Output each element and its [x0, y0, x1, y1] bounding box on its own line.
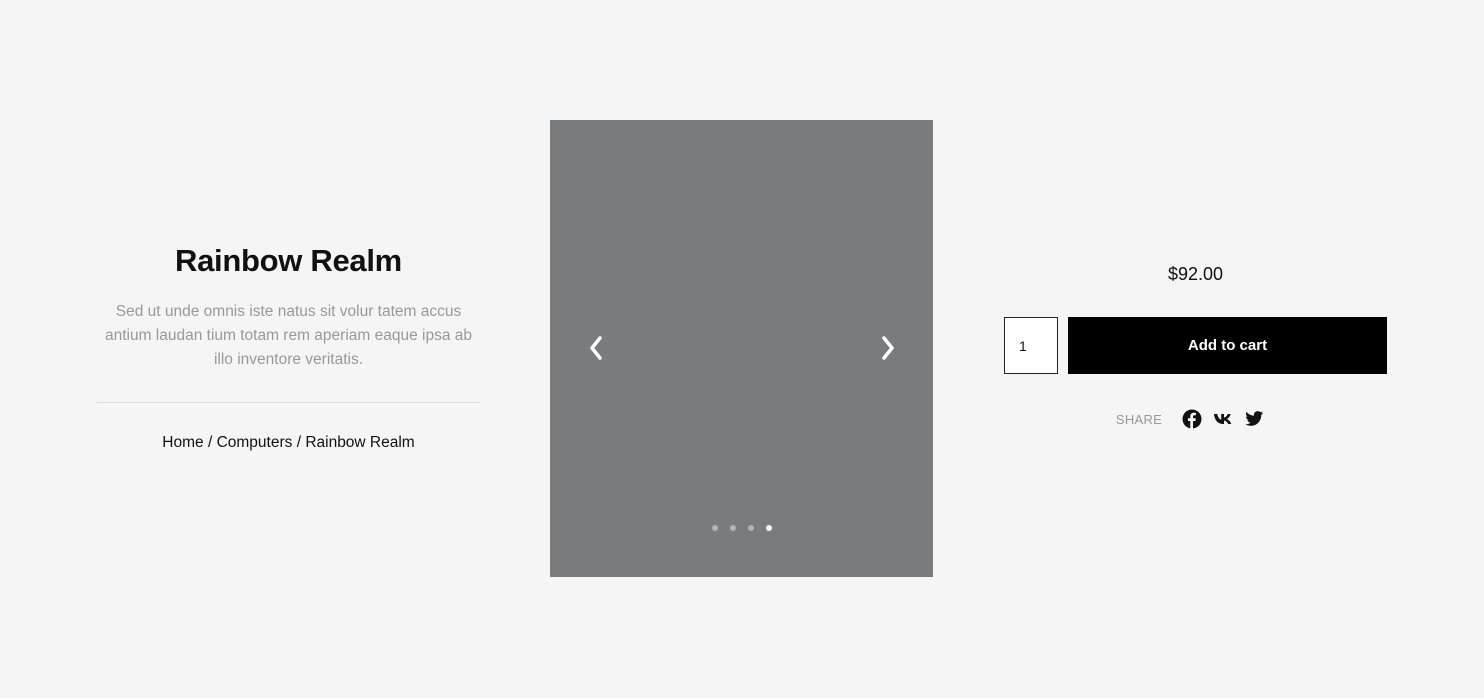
chevron-left-icon	[590, 336, 602, 360]
quantity-input[interactable]	[1004, 317, 1058, 374]
gallery-dot[interactable]	[729, 525, 736, 531]
add-to-cart-button[interactable]: Add to cart	[1068, 317, 1387, 374]
share-row: SHARE	[1004, 409, 1387, 429]
chevron-right-icon	[882, 336, 894, 360]
breadcrumb-current: Rainbow Realm	[305, 434, 415, 451]
product-description: Sed ut unde omnis iste natus sit volur t…	[104, 303, 473, 368]
purchase-panel: $92.00 Add to cart SHARE	[1004, 258, 1387, 429]
product-title: Rainbow Realm	[175, 243, 402, 278]
vk-icon[interactable]	[1213, 409, 1233, 429]
breadcrumb-home[interactable]: Home	[162, 434, 203, 451]
cart-row: Add to cart	[1004, 317, 1387, 374]
gallery-dot[interactable]	[747, 525, 754, 531]
gallery-pagination	[550, 525, 933, 531]
facebook-icon[interactable]	[1182, 409, 1202, 429]
twitter-icon[interactable]	[1244, 409, 1264, 429]
breadcrumb: Home / Computers / Rainbow Realm	[97, 434, 480, 452]
divider	[97, 402, 480, 403]
product-price: $92.00	[1167, 264, 1224, 284]
gallery-dot[interactable]	[711, 525, 718, 531]
gallery-dot-active[interactable]	[765, 525, 772, 531]
product-image-gallery[interactable]	[550, 120, 933, 577]
product-info: Rainbow Realm Sed ut unde omnis iste nat…	[97, 236, 480, 452]
gallery-prev-button[interactable]	[581, 333, 611, 363]
breadcrumb-computers[interactable]: Computers	[217, 434, 293, 451]
gallery-next-button[interactable]	[873, 333, 903, 363]
share-label: SHARE	[1115, 411, 1163, 427]
breadcrumb-separator: /	[207, 434, 217, 451]
